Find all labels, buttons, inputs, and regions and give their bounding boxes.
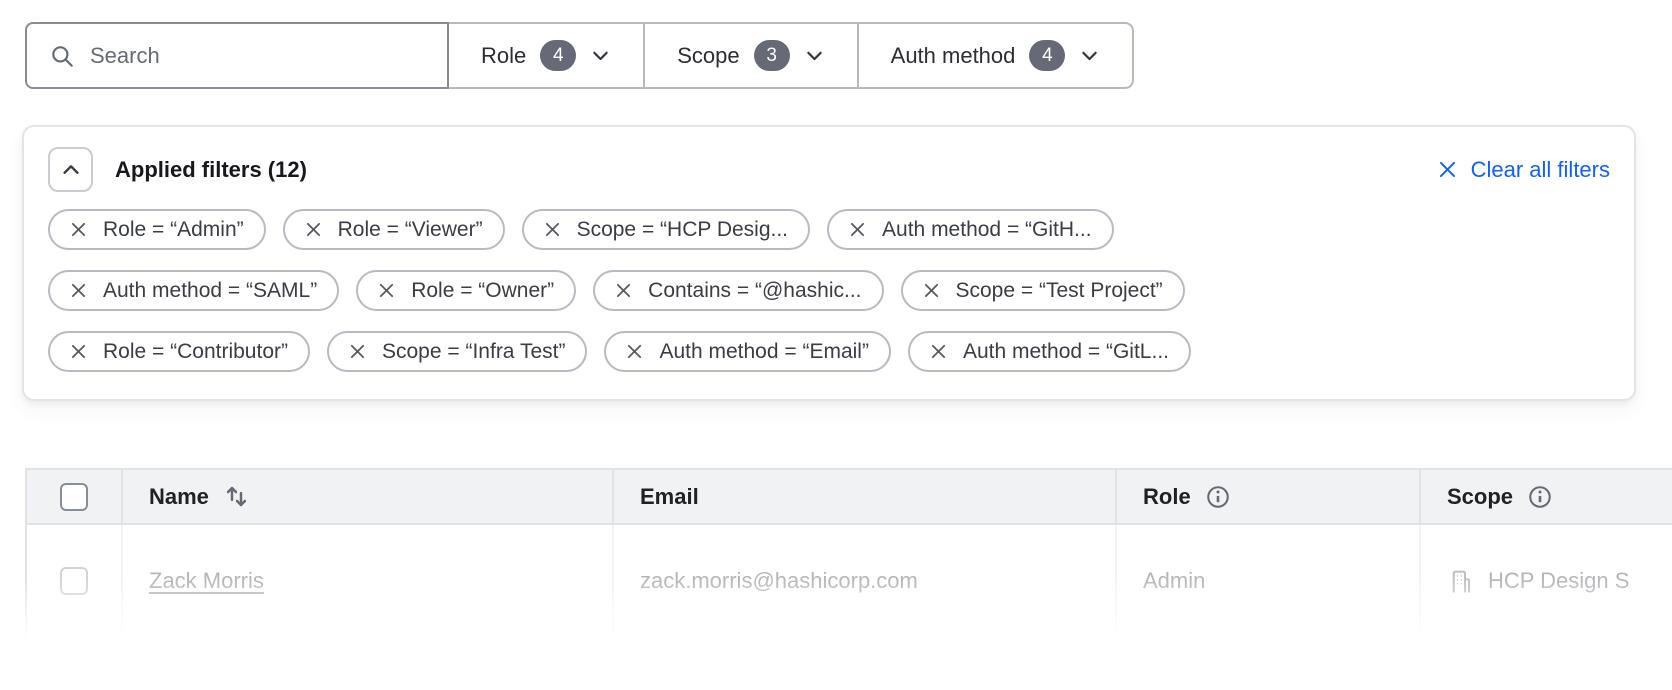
select-all-checkbox[interactable] bbox=[60, 483, 88, 511]
name-cell: Zack Morris bbox=[121, 525, 612, 637]
filter-tag-label: Scope = “Infra Test” bbox=[382, 340, 565, 364]
scope-cell: HCP Design S bbox=[1419, 525, 1672, 637]
filter-tag-label: Scope = “Test Project” bbox=[956, 279, 1163, 303]
filter-tag[interactable]: Auth method = “GitL... bbox=[908, 331, 1191, 372]
clear-all-filters-button[interactable]: Clear all filters bbox=[1437, 157, 1610, 183]
search-icon bbox=[49, 43, 75, 69]
count-badge: 3 bbox=[754, 40, 790, 71]
dismiss-icon bbox=[930, 343, 947, 360]
filter-dropdown-auth-method[interactable]: Auth method 4 bbox=[857, 24, 1133, 87]
dismiss-icon bbox=[923, 282, 940, 299]
row-checkbox[interactable] bbox=[60, 567, 88, 595]
filter-tag-label: Auth method = “SAML” bbox=[103, 279, 317, 303]
dismiss-icon bbox=[615, 282, 632, 299]
filter-tag[interactable]: Role = “Owner” bbox=[356, 270, 576, 311]
filter-tag[interactable]: Auth method = “GitH... bbox=[827, 209, 1114, 250]
column-header-label: Scope bbox=[1447, 484, 1513, 510]
chevron-down-icon bbox=[590, 45, 611, 66]
filter-tag-label: Auth method = “Email” bbox=[659, 340, 869, 364]
filter-tags: Role = “Admin” Role = “Viewer” Scope = “… bbox=[48, 209, 1610, 372]
table-row: Zack Morris zack.morris@hashicorp.com Ad… bbox=[27, 525, 1672, 637]
search-input[interactable] bbox=[90, 43, 425, 69]
user-scope: HCP Design S bbox=[1488, 568, 1629, 594]
filter-tag-label: Role = “Owner” bbox=[411, 279, 554, 303]
user-role: Admin bbox=[1143, 568, 1205, 594]
column-header-label: Name bbox=[149, 484, 209, 510]
count-badge: 4 bbox=[1029, 40, 1065, 71]
chevron-down-icon bbox=[1079, 45, 1100, 66]
filter-tag[interactable]: Scope = “Test Project” bbox=[901, 270, 1185, 311]
role-cell: Admin bbox=[1115, 525, 1419, 637]
clear-all-filters-label: Clear all filters bbox=[1471, 157, 1610, 183]
filter-tag[interactable]: Role = “Viewer” bbox=[283, 209, 505, 250]
filter-dropdown-scope[interactable]: Scope 3 bbox=[643, 24, 856, 87]
search-box[interactable] bbox=[25, 22, 449, 89]
filter-tag[interactable]: Role = “Admin” bbox=[48, 209, 266, 250]
column-header-email: Email bbox=[612, 470, 1115, 523]
filter-tag[interactable]: Auth method = “Email” bbox=[604, 331, 891, 372]
dismiss-icon bbox=[544, 221, 561, 238]
collapse-button[interactable] bbox=[48, 147, 93, 192]
filter-dropdown-label: Auth method bbox=[891, 43, 1016, 69]
filter-tag[interactable]: Scope = “Infra Test” bbox=[327, 331, 587, 372]
user-email: zack.morris@hashicorp.com bbox=[640, 568, 918, 594]
filter-toolbar: Role 4 Scope 3 Auth method 4 bbox=[25, 22, 1134, 89]
sort-icon[interactable] bbox=[223, 483, 250, 510]
filter-tag-label: Auth method = “GitL... bbox=[963, 340, 1169, 364]
column-header-role: Role bbox=[1115, 470, 1419, 523]
dismiss-icon bbox=[378, 282, 395, 299]
dismiss-icon bbox=[305, 221, 322, 238]
filter-tag[interactable]: Auth method = “SAML” bbox=[48, 270, 339, 311]
table-header-row: Name Email Role Scope bbox=[27, 470, 1672, 525]
filter-dropdown-group: Role 4 Scope 3 Auth method 4 bbox=[449, 22, 1134, 89]
filter-tag-label: Auth method = “GitH... bbox=[882, 218, 1092, 242]
filter-tag-row: Auth method = “SAML” Role = “Owner” Cont… bbox=[48, 270, 1610, 311]
applied-filters-panel: Applied filters (12) Clear all filters R… bbox=[22, 125, 1636, 401]
dismiss-icon bbox=[70, 343, 87, 360]
filter-tag[interactable]: Contains = “@hashic... bbox=[593, 270, 883, 311]
email-cell: zack.morris@hashicorp.com bbox=[612, 525, 1115, 637]
filter-tag[interactable]: Role = “Contributor” bbox=[48, 331, 310, 372]
info-icon[interactable] bbox=[1205, 484, 1231, 510]
row-checkbox-cell bbox=[27, 525, 121, 637]
applied-filters-title: Applied filters (12) bbox=[115, 157, 307, 183]
count-badge: 4 bbox=[540, 40, 576, 71]
chevron-down-icon bbox=[804, 45, 825, 66]
chevron-up-icon bbox=[60, 159, 82, 181]
filter-tag-label: Role = “Viewer” bbox=[338, 218, 483, 242]
filter-tag-row: Role = “Contributor” Scope = “Infra Test… bbox=[48, 331, 1610, 372]
column-header-scope: Scope bbox=[1419, 470, 1672, 523]
applied-filters-header: Applied filters (12) Clear all filters bbox=[48, 147, 1610, 192]
dismiss-icon bbox=[349, 343, 366, 360]
filter-dropdown-role[interactable]: Role 4 bbox=[449, 24, 643, 87]
user-name-link[interactable]: Zack Morris bbox=[149, 568, 264, 594]
filter-tag-label: Contains = “@hashic... bbox=[648, 279, 861, 303]
filter-tag-row: Role = “Admin” Role = “Viewer” Scope = “… bbox=[48, 209, 1610, 250]
filter-tag-label: Role = “Contributor” bbox=[103, 340, 288, 364]
info-icon[interactable] bbox=[1527, 484, 1553, 510]
filter-dropdown-label: Role bbox=[481, 43, 526, 69]
dismiss-icon bbox=[70, 221, 87, 238]
building-icon bbox=[1447, 568, 1474, 595]
column-header-label: Email bbox=[640, 484, 699, 510]
filter-tag-label: Scope = “HCP Desig... bbox=[577, 218, 788, 242]
filter-tag-label: Role = “Admin” bbox=[103, 218, 244, 242]
table-header-checkbox-cell bbox=[27, 470, 121, 523]
column-header-label: Role bbox=[1143, 484, 1191, 510]
dismiss-icon bbox=[626, 343, 643, 360]
filter-tag[interactable]: Scope = “HCP Desig... bbox=[522, 209, 810, 250]
close-icon bbox=[1437, 159, 1458, 180]
column-header-name[interactable]: Name bbox=[121, 470, 612, 523]
dismiss-icon bbox=[849, 221, 866, 238]
dismiss-icon bbox=[70, 282, 87, 299]
users-table: Name Email Role Scope Zack Morris bbox=[25, 468, 1672, 637]
filter-dropdown-label: Scope bbox=[677, 43, 739, 69]
